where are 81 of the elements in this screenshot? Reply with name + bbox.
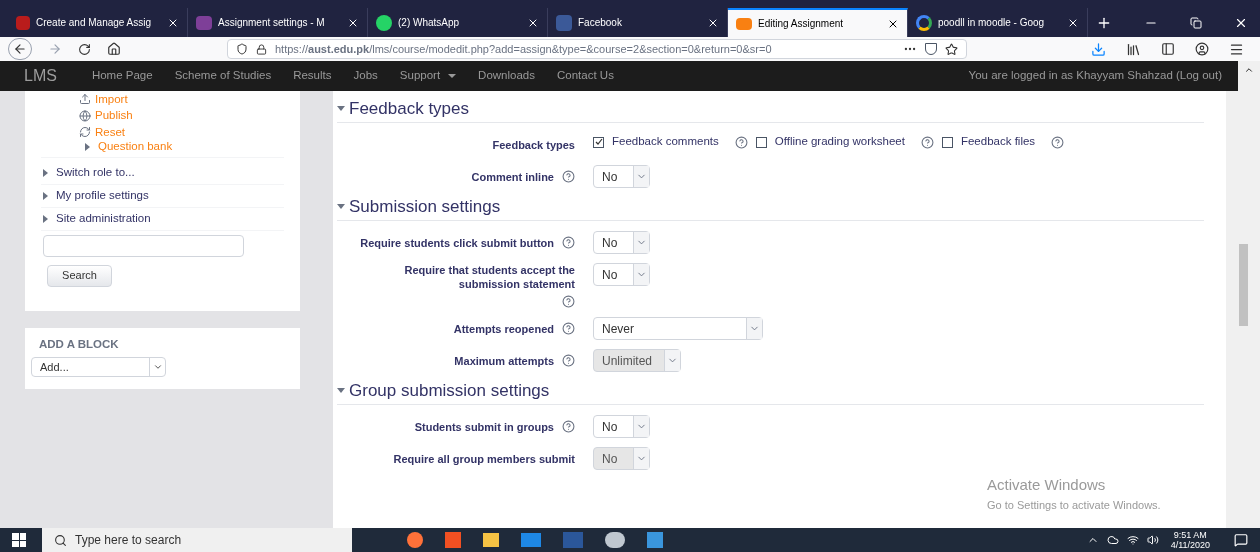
address-field[interactable]: https://aust.edu.pk/lms/course/modedit.php?add=assign&type=&course=2&section=0&return=0&sr=0 xyxy=(227,39,967,59)
field-label: Maximum attempts xyxy=(454,353,554,368)
tree-node[interactable]: My profile settings xyxy=(56,186,149,205)
field-label: Require students click submit button xyxy=(360,235,554,250)
home-icon[interactable] xyxy=(107,42,121,56)
checkbox[interactable] xyxy=(755,136,767,148)
reload-icon[interactable] xyxy=(78,42,91,56)
field-label: Students submit in groups xyxy=(414,419,554,434)
block-title: ADD A BLOCK xyxy=(38,336,120,352)
section-header[interactable]: Submission settings xyxy=(337,197,1204,221)
checkbox[interactable] xyxy=(941,136,953,148)
select-field[interactable]: No xyxy=(593,231,650,254)
search-icon xyxy=(54,533,67,547)
clock-time[interactable]: 9:51 AM xyxy=(1173,530,1207,540)
expand-icon xyxy=(43,214,48,223)
menu-icon[interactable] xyxy=(1229,41,1244,57)
select-field[interactable]: Never xyxy=(593,317,763,340)
brand-link[interactable]: LMS xyxy=(0,64,81,88)
nav-link[interactable]: Downloads xyxy=(467,67,546,85)
expand-icon xyxy=(43,191,48,200)
activation-subtitle: Go to Settings to activate Windows. xyxy=(987,497,1161,513)
select-field[interactable]: Add... xyxy=(31,356,166,377)
refresh-icon xyxy=(79,126,91,139)
browser-tab[interactable]: Editing Assignment xyxy=(728,8,908,37)
checkbox-label: Feedback files xyxy=(960,134,1036,150)
select-field[interactable]: No xyxy=(593,263,650,286)
nav-link[interactable]: Jobs xyxy=(342,67,389,85)
cloud-icon[interactable] xyxy=(1106,534,1119,546)
help-icon[interactable] xyxy=(562,295,575,308)
checkbox[interactable] xyxy=(593,136,604,148)
search-field[interactable] xyxy=(43,234,244,257)
expand-icon xyxy=(43,168,48,177)
help-icon[interactable] xyxy=(1051,135,1065,149)
volume-icon[interactable] xyxy=(1146,534,1159,546)
search-button[interactable]: Search xyxy=(47,264,112,287)
help-icon[interactable] xyxy=(562,170,575,183)
nav-link[interactable]: Scheme of Studies xyxy=(163,67,283,85)
shield-icon xyxy=(236,43,248,55)
upload-icon xyxy=(79,93,91,106)
checkbox-label: Offline grading worksheet xyxy=(774,134,905,150)
section-header[interactable]: Feedback types xyxy=(337,99,1204,123)
checkbox-label: Feedback comments xyxy=(612,134,719,150)
library-icon[interactable] xyxy=(1126,41,1141,57)
help-icon[interactable] xyxy=(734,135,748,149)
sidebar-icon[interactable] xyxy=(1161,42,1175,56)
nav-link[interactable]: Home Page xyxy=(80,67,164,85)
windows-icon[interactable] xyxy=(12,533,26,547)
login-info: You are logged in as Khayyam Shahzad (Log out) xyxy=(968,68,1223,84)
field-label: Attempts reopened xyxy=(453,321,554,336)
field-label: Comment inline xyxy=(471,169,554,184)
help-icon[interactable] xyxy=(562,420,575,433)
select-field[interactable]: No xyxy=(593,415,650,438)
field-label: Require all group members submit xyxy=(393,451,575,466)
help-icon[interactable] xyxy=(562,322,575,335)
activation-title: Activate Windows xyxy=(987,475,1107,495)
section-header[interactable]: Group submission settings xyxy=(337,381,1204,405)
tree-node[interactable]: Site administration xyxy=(56,209,151,228)
check-icon xyxy=(594,138,603,146)
back-icon xyxy=(13,42,27,56)
field-label: Feedback types xyxy=(492,137,575,152)
download-icon[interactable] xyxy=(1091,41,1106,57)
nav-link[interactable]: Results xyxy=(282,67,343,85)
clock-date[interactable]: 4/11/2020 xyxy=(1170,540,1210,550)
wifi-icon[interactable] xyxy=(1126,534,1139,546)
restore-icon[interactable] xyxy=(1190,16,1202,29)
scroll-up-icon[interactable] xyxy=(1244,65,1254,75)
help-icon[interactable] xyxy=(562,236,575,249)
field-label: Require that students accept the submission statement xyxy=(403,263,575,291)
globe-icon xyxy=(79,109,91,122)
account-icon[interactable] xyxy=(1195,42,1209,56)
nav-link[interactable]: Support xyxy=(388,67,468,85)
select-field[interactable]: No xyxy=(593,165,650,188)
taskbar-search-field[interactable]: Type here to search xyxy=(42,528,352,552)
star-icon[interactable] xyxy=(945,42,958,56)
scrollbar-thumb[interactable] xyxy=(1238,244,1248,326)
expand-icon xyxy=(85,142,90,151)
notification-icon[interactable] xyxy=(1234,533,1248,547)
nav-link[interactable]: Contact Us xyxy=(546,67,625,85)
lock-icon xyxy=(256,43,267,55)
help-icon[interactable] xyxy=(920,135,934,149)
tree-node[interactable]: Switch role to... xyxy=(56,163,135,182)
